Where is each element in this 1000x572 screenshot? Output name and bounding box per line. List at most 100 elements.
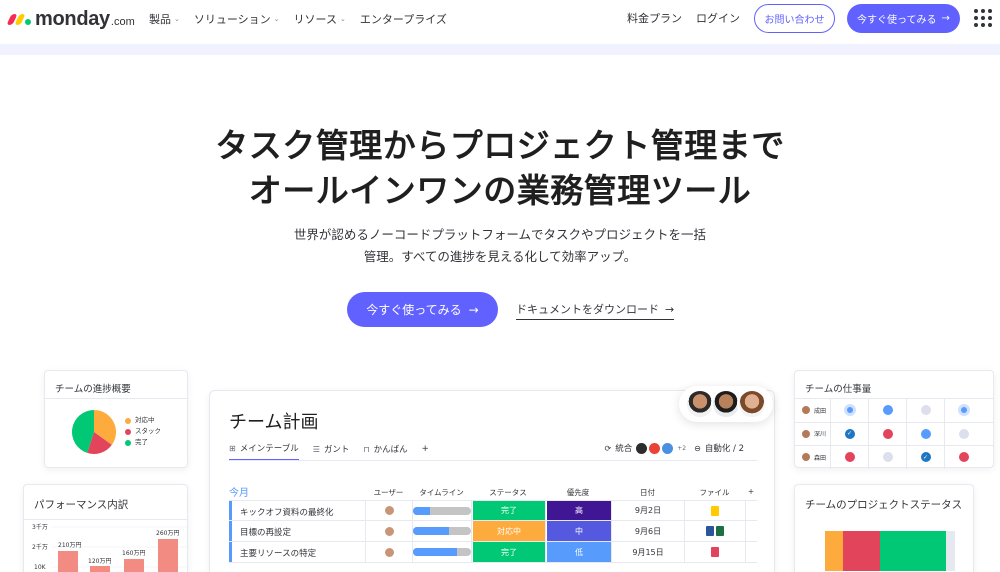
column-header[interactable]: 優先度 [545, 487, 611, 498]
app-icon [662, 442, 674, 454]
date-cell[interactable]: 9月15日 [611, 542, 684, 562]
timeline-cell[interactable] [412, 521, 471, 541]
automation-button[interactable]: ⊖ 自動化 / 2 [694, 442, 744, 455]
status-cell[interactable]: 完了 [471, 542, 545, 562]
automation-label: 自動化 / 2 [704, 444, 744, 454]
file-icon[interactable] [711, 505, 719, 516]
bar-value-label: 260万円 [156, 530, 179, 537]
workload-dot [882, 405, 893, 416]
timeline-bar [413, 527, 471, 535]
workload-cell [907, 422, 945, 445]
status-cell[interactable]: 対応中 [471, 521, 545, 541]
legend-item: 対応中 [125, 415, 161, 426]
table-row[interactable]: 主要リソースの特定 完了低 9月15日 [229, 542, 757, 563]
date-cell[interactable]: 9月2日 [611, 501, 684, 520]
nav-menu-item[interactable]: エンタープライズ [360, 11, 447, 27]
status-segment [945, 531, 955, 571]
board-view-tab[interactable]: ☰ ガント [313, 442, 350, 461]
date-value: 9月2日 [634, 506, 662, 515]
timeline-cell[interactable] [412, 501, 471, 520]
task-name[interactable]: キックオフ資料の最終化 [240, 506, 334, 518]
column-header[interactable]: 日付 [611, 487, 684, 498]
workload-member: 深川 [795, 422, 831, 445]
add-column-cell [745, 521, 757, 541]
avatar [383, 505, 395, 516]
workload-cell: ✓ [907, 446, 945, 469]
column-header[interactable]: ユーザー [365, 487, 412, 498]
workload-dot [882, 452, 893, 463]
project-status-card: チームのプロジェクトステータス [794, 484, 974, 572]
date-cell[interactable]: 9月6日 [611, 521, 684, 541]
files-cell[interactable] [684, 501, 745, 520]
files-cell[interactable] [684, 521, 745, 541]
workload-row: 深川 ✓ [795, 421, 993, 445]
column-header[interactable]: + [745, 487, 757, 496]
app-switcher-grid-icon[interactable] [974, 9, 992, 27]
login-link[interactable]: ログイン [696, 10, 740, 26]
logo-wordmark: monday [35, 8, 110, 30]
integrations-button[interactable]: ⟳ 統合 +2 [605, 442, 687, 454]
nav-menu-item[interactable]: 製品 ⌄ [149, 11, 180, 27]
table-row[interactable]: キックオフ資料の最終化 完了高 9月2日 [229, 500, 757, 521]
board-members[interactable] [679, 386, 773, 422]
performance-title: パフォーマンス内訳 [34, 499, 129, 511]
view-label: かんばん [373, 445, 408, 455]
workload-table: 成田 深川 ✓ 森田 ✓ [795, 398, 993, 469]
timeline-cell[interactable] [412, 542, 471, 562]
file-icon[interactable] [716, 526, 724, 536]
workload-member-name: 成田 [814, 407, 827, 415]
progress-pie-chart [71, 410, 116, 454]
task-name[interactable]: 主要リソースの特定 [240, 547, 316, 559]
priority-cell[interactable]: 低 [545, 542, 611, 562]
user-cell[interactable] [365, 501, 412, 520]
legend-item: スタック [125, 426, 161, 437]
board-view-tab[interactable]: ⊞ メインテーブル [229, 442, 299, 461]
integrations-count: +2 [677, 444, 687, 452]
workload-member: 成田 [795, 399, 831, 422]
status-cell[interactable]: 完了 [471, 501, 545, 520]
file-icon[interactable] [711, 547, 719, 557]
view-label: ガント [323, 445, 350, 455]
files-cell[interactable] [684, 542, 745, 562]
arrow-right-icon: → [665, 302, 675, 316]
hero-title-line-2: オールインワンの業務管理ツール [248, 171, 752, 210]
chevron-down-icon: ⌄ [273, 15, 280, 23]
user-cell[interactable] [365, 521, 412, 541]
column-header[interactable]: ファイル [684, 487, 745, 498]
team-progress-card: チームの進捗概要 対応中 スタック 完了 [44, 370, 188, 468]
nav-menu-item[interactable]: リソース ⌄ [294, 11, 346, 27]
task-name[interactable]: 目標の再設定 [240, 526, 291, 538]
hero-cta-label: 今すぐ使ってみる [366, 303, 462, 317]
download-docs-link[interactable]: ドキュメントをダウンロード → [516, 301, 675, 320]
priority-cell[interactable]: 中 [545, 521, 611, 541]
monday-logo[interactable]: monday .com [6, 8, 135, 31]
priority-cell[interactable]: 高 [545, 501, 611, 520]
table-row[interactable]: 目標の再設定 対応中中 9月6日 [229, 521, 757, 542]
board-view-tab[interactable]: + [422, 442, 429, 461]
view-icon: ☰ [312, 444, 320, 454]
priority-label: 高 [546, 501, 611, 520]
legend-dot [125, 439, 131, 446]
avatar [801, 428, 811, 439]
group-title[interactable]: 今月 [229, 484, 249, 499]
file-icon[interactable] [706, 526, 714, 536]
workload-dot [959, 428, 969, 439]
workload-row: 成田 [795, 398, 993, 422]
nav-cta-button[interactable]: 今すぐ使ってみる → [847, 3, 960, 33]
column-header[interactable]: タイムライン [412, 487, 471, 498]
column-header[interactable]: ステータス [471, 487, 545, 498]
board-view-tab[interactable]: ⊓ かんばん [363, 442, 407, 461]
workload-cell [831, 446, 869, 469]
nav-divider-band [0, 44, 1000, 55]
workload-cell [831, 399, 869, 422]
contact-button[interactable]: お問い合わせ [754, 3, 835, 33]
nav-menu-label: エンタープライズ [359, 13, 447, 26]
nav-menu-item[interactable]: ソリューション ⌄ [194, 11, 280, 27]
hero-cta-button[interactable]: 今すぐ使ってみる → [347, 292, 498, 327]
integration-apps [636, 442, 674, 454]
hero-subtitle: 世界が認めるノーコードプラットフォームでタスクやプロジェクトを一括 管理。すべて… [0, 224, 1000, 268]
pricing-link[interactable]: 料金プラン [627, 10, 682, 26]
user-cell[interactable] [365, 542, 412, 562]
view-label: メインテーブル [239, 444, 299, 454]
workload-cell: ✓ [831, 422, 869, 445]
